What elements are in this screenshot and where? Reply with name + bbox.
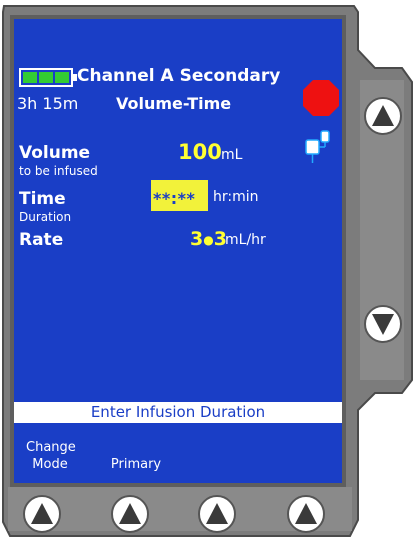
stop-octagon-icon bbox=[303, 80, 339, 116]
time-sublabel: Duration bbox=[19, 210, 72, 224]
softkey-1-button[interactable] bbox=[23, 495, 61, 533]
time-remaining: 3h 15m bbox=[17, 94, 79, 113]
softkey-up-arrow-icon bbox=[31, 503, 53, 524]
softkey-label-2: Primary bbox=[106, 440, 166, 474]
prompt-text: Enter Infusion Duration bbox=[90, 403, 266, 421]
volume-unit: mL bbox=[221, 147, 243, 163]
time-label: Time bbox=[19, 189, 66, 209]
time-duration-field[interactable]: **:** bbox=[151, 180, 208, 211]
infusion-pump-device: Channel A Secondary 3h 15m Volume-Time V… bbox=[0, 0, 413, 542]
prompt-bar: Enter Infusion Duration bbox=[14, 402, 342, 423]
rate-value[interactable]: 3●3 bbox=[190, 230, 227, 249]
volume-value[interactable]: 100 bbox=[178, 142, 222, 163]
softkey-2-button[interactable] bbox=[111, 495, 149, 533]
volume-label: Volume bbox=[19, 143, 91, 163]
volume-sublabel: to be infused bbox=[19, 164, 98, 178]
time-duration-value: **:** bbox=[153, 189, 196, 208]
softkey-up-arrow-icon bbox=[206, 503, 228, 524]
time-unit: hr:min bbox=[213, 189, 259, 205]
softkey-2-line1 bbox=[106, 440, 166, 457]
softkey-label-1: Change Mode bbox=[26, 440, 76, 474]
softkey-1-line1: Change bbox=[26, 440, 76, 455]
softkey-up-arrow-icon bbox=[119, 503, 141, 524]
rate-value-int: 3 bbox=[190, 228, 204, 250]
softkey-3-button[interactable] bbox=[198, 495, 236, 533]
scroll-up-button[interactable] bbox=[364, 97, 402, 135]
scroll-down-button[interactable] bbox=[364, 305, 402, 343]
softkey-up-arrow-icon bbox=[295, 503, 317, 524]
softkey-4-button[interactable] bbox=[287, 495, 325, 533]
rate-decimal-dot: ● bbox=[203, 233, 214, 247]
battery-full-icon bbox=[19, 68, 77, 87]
channel-title: Channel A Secondary bbox=[77, 66, 281, 86]
display-screen: Channel A Secondary 3h 15m Volume-Time V… bbox=[14, 19, 342, 483]
rate-label: Rate bbox=[19, 230, 64, 250]
secondary-bag-icon bbox=[305, 130, 330, 163]
softkey-1-line2: Mode bbox=[32, 456, 68, 472]
scroll-up-icon bbox=[372, 105, 394, 126]
rate-unit: mL/hr bbox=[225, 232, 266, 248]
scroll-down-icon bbox=[372, 314, 394, 335]
infusion-mode: Volume-Time bbox=[116, 94, 232, 113]
softkey-2-line2: Primary bbox=[110, 456, 162, 472]
